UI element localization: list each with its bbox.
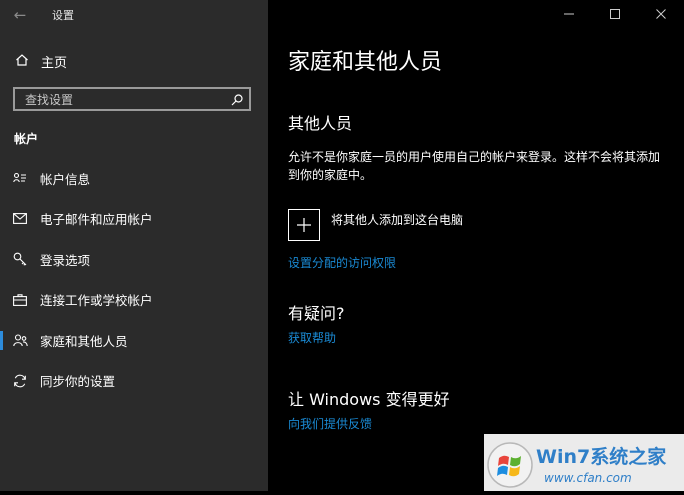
sidebar-item-label: 帐户信息 [40, 171, 91, 187]
sidebar-item-label: 同步你的设置 [40, 374, 116, 390]
home-label: 主页 [41, 55, 68, 71]
add-other-person-button[interactable]: 将其他人添加到这台电脑 [288, 209, 463, 241]
windows-logo-icon [487, 442, 533, 488]
search-box[interactable] [13, 87, 251, 111]
search-icon[interactable] [230, 92, 244, 106]
back-arrow-icon: ← [13, 6, 27, 24]
assigned-access-link[interactable]: 设置分配的访问权限 [288, 254, 396, 271]
active-indicator [0, 331, 3, 350]
window-controls [546, 0, 684, 28]
home-icon [15, 52, 29, 71]
maximize-icon [610, 9, 620, 19]
back-button[interactable]: ← [8, 4, 32, 26]
sidebar-item-family-other[interactable]: 家庭和其他人员 [0, 320, 268, 361]
key-icon [12, 252, 28, 266]
sidebar-item-label: 登录选项 [40, 252, 91, 268]
maximize-button[interactable] [592, 0, 638, 28]
watermark-brand: Win7系统之家 [536, 445, 667, 468]
page-title: 家庭和其他人员 [288, 50, 443, 75]
add-other-person-label: 将其他人添加到这台电脑 [331, 213, 464, 227]
titlebar-left: ← 设置 [0, 0, 268, 30]
minimize-button[interactable] [546, 0, 592, 28]
sidebar-item-label: 家庭和其他人员 [40, 333, 128, 349]
sidebar-item-sync-settings[interactable]: 同步你的设置 [0, 361, 268, 402]
sidebar-item-email-accounts[interactable]: 电子邮件和应用帐户 [0, 199, 268, 240]
improve-heading: 让 Windows 变得更好 [288, 390, 450, 409]
minimize-icon [564, 13, 574, 15]
other-people-description: 允许不是你家庭一员的用户使用自己的帐户来登录。这样不会将其添加到你的家庭中。 [288, 150, 661, 182]
mail-icon [12, 213, 28, 225]
close-button[interactable] [638, 0, 684, 28]
sidebar: ← 设置 主页 帐户 [0, 0, 268, 491]
section-header: 帐户 [14, 132, 39, 146]
main-content: 家庭和其他人员 其他人员 允许不是你家庭一员的用户使用自己的帐户来登录。这样不会… [268, 0, 684, 491]
feedback-link[interactable]: 向我们提供反馈 [288, 415, 372, 432]
people-icon [12, 334, 28, 347]
plus-icon [288, 209, 320, 241]
sidebar-item-work-school[interactable]: 连接工作或学校帐户 [0, 280, 268, 321]
search-input[interactable] [23, 91, 227, 109]
watermark-url: www.cfan.com [544, 471, 632, 485]
sidebar-item-label: 连接工作或学校帐户 [40, 293, 153, 309]
other-people-heading: 其他人员 [288, 114, 353, 133]
sidebar-item-label: 电子邮件和应用帐户 [40, 212, 153, 228]
get-help-link[interactable]: 获取帮助 [288, 329, 336, 346]
app-title: 设置 [52, 9, 74, 22]
sidebar-item-home[interactable]: 主页 [0, 48, 268, 74]
watermark: Win7系统之家 www.cfan.com [484, 434, 684, 491]
question-heading: 有疑问? [288, 304, 345, 323]
sidebar-item-account-info[interactable]: 帐户信息 [0, 158, 268, 199]
briefcase-icon [12, 294, 28, 306]
sidebar-item-sign-in-options[interactable]: 登录选项 [0, 239, 268, 280]
close-icon [656, 9, 666, 19]
sync-icon [12, 374, 28, 388]
user-card-icon [12, 172, 28, 184]
settings-window: ← 设置 主页 帐户 [0, 0, 684, 491]
sidebar-nav: 帐户信息 电子邮件和应用帐户 登录选项 连接工作或学校帐户 家庭和其他人员 同步… [0, 158, 268, 401]
